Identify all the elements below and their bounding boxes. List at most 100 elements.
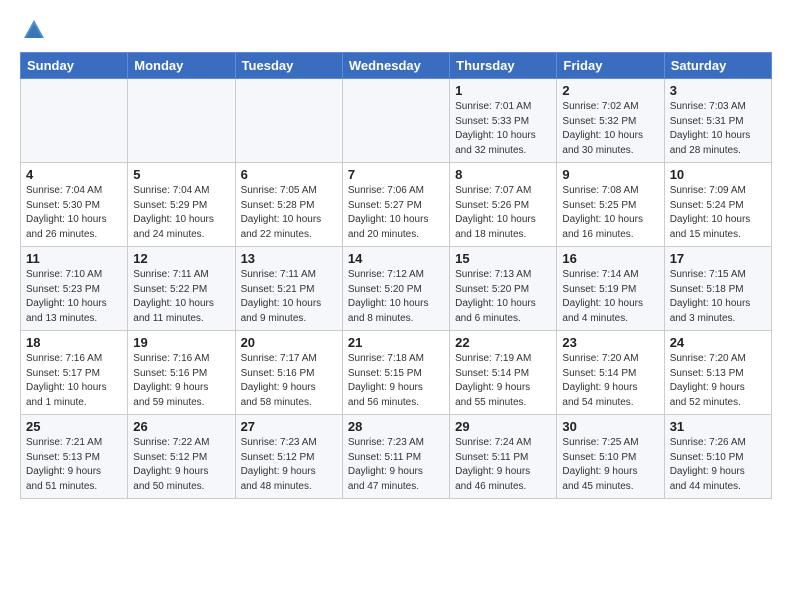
calendar-cell: 16Sunrise: 7:14 AM Sunset: 5:19 PM Dayli… [557,247,664,331]
calendar-cell: 19 Sunrise: 7:16 AM Sunset: 5:16 PM Dayli… [128,331,235,415]
calendar-cell: 13 Sunrise: 7:11 AM Sunset: 5:21 PM Dayli… [235,247,342,331]
day-number: 1 [455,83,551,98]
header [20,16,772,44]
calendar-day-header: Sunday [21,53,128,79]
calendar-cell: 14 Sunrise: 7:12 AM Sunset: 5:20 PM Dayli… [342,247,449,331]
day-number: 6 [241,167,337,182]
day-number: 9 [562,167,658,182]
calendar-cell [128,79,235,163]
day-info: Sunrise: 7:16 AM Sunset: 5:17 PM Dayligh… [26,352,122,410]
day-info: Sunrise: 7:22 AM Sunset: 5:12 PM Dayligh… [133,436,229,494]
calendar-cell: 21 Sunrise: 7:18 AM Sunset: 5:15 PM Dayli… [342,331,449,415]
day-info: Sunrise: 7:24 AM Sunset: 5:11 PM Dayligh… [455,436,551,494]
day-number: 13 [241,251,337,266]
day-number: 26 [133,419,229,434]
calendar-cell: 17Sunrise: 7:15 AM Sunset: 5:18 PM Dayli… [664,247,771,331]
calendar-cell: 2Sunrise: 7:02 AM Sunset: 5:32 PM Daylig… [557,79,664,163]
day-info: Sunrise: 7:06 AM Sunset: 5:27 PM Dayligh… [348,184,444,242]
calendar-week-row: 4 Sunrise: 7:04 AM Sunset: 5:30 PM Daylig… [21,163,772,247]
day-number: 18 [26,335,122,350]
calendar-cell [235,79,342,163]
calendar-header-row: SundayMondayTuesdayWednesdayThursdayFrid… [21,53,772,79]
day-number: 8 [455,167,551,182]
day-info: Sunrise: 7:05 AM Sunset: 5:28 PM Dayligh… [241,184,337,242]
day-info: Sunrise: 7:19 AM Sunset: 5:14 PM Dayligh… [455,352,551,410]
calendar-week-row: 1 Sunrise: 7:01 AM Sunset: 5:33 PM Daylig… [21,79,772,163]
day-info: Sunrise: 7:08 AM Sunset: 5:25 PM Dayligh… [562,184,658,242]
calendar-day-header: Tuesday [235,53,342,79]
day-number: 5 [133,167,229,182]
day-info: Sunrise: 7:23 AM Sunset: 5:11 PM Dayligh… [348,436,444,494]
calendar-week-row: 18 Sunrise: 7:16 AM Sunset: 5:17 PM Dayli… [21,331,772,415]
calendar-cell: 12Sunrise: 7:11 AM Sunset: 5:22 PM Dayli… [128,247,235,331]
calendar-cell: 25 Sunrise: 7:21 AM Sunset: 5:13 PM Dayli… [21,415,128,499]
day-number: 22 [455,335,551,350]
calendar-day-header: Saturday [664,53,771,79]
day-number: 27 [241,419,337,434]
day-number: 12 [133,251,229,266]
calendar-cell: 22 Sunrise: 7:19 AM Sunset: 5:14 PM Dayli… [450,331,557,415]
day-number: 30 [562,419,658,434]
day-number: 19 [133,335,229,350]
calendar-day-header: Friday [557,53,664,79]
day-info: Sunrise: 7:04 AM Sunset: 5:29 PM Dayligh… [133,184,229,242]
day-number: 10 [670,167,766,182]
calendar-day-header: Wednesday [342,53,449,79]
calendar-week-row: 25 Sunrise: 7:21 AM Sunset: 5:13 PM Dayli… [21,415,772,499]
logo [20,16,52,44]
calendar-cell: 11 Sunrise: 7:10 AM Sunset: 5:23 PM Dayli… [21,247,128,331]
calendar-cell: 18 Sunrise: 7:16 AM Sunset: 5:17 PM Dayli… [21,331,128,415]
day-number: 31 [670,419,766,434]
calendar-cell: 30 Sunrise: 7:25 AM Sunset: 5:10 PM Dayli… [557,415,664,499]
day-info: Sunrise: 7:20 AM Sunset: 5:13 PM Dayligh… [670,352,766,410]
calendar-cell: 28 Sunrise: 7:23 AM Sunset: 5:11 PM Dayli… [342,415,449,499]
day-number: 28 [348,419,444,434]
day-info: Sunrise: 7:17 AM Sunset: 5:16 PM Dayligh… [241,352,337,410]
calendar-cell: 23 Sunrise: 7:20 AM Sunset: 5:14 PM Dayli… [557,331,664,415]
day-number: 7 [348,167,444,182]
calendar-cell: 31 Sunrise: 7:26 AM Sunset: 5:10 PM Dayli… [664,415,771,499]
calendar-cell [21,79,128,163]
logo-icon [20,16,48,44]
day-number: 29 [455,419,551,434]
day-info: Sunrise: 7:26 AM Sunset: 5:10 PM Dayligh… [670,436,766,494]
calendar-cell: 8 Sunrise: 7:07 AM Sunset: 5:26 PM Daylig… [450,163,557,247]
day-info: Sunrise: 7:11 AM Sunset: 5:21 PM Dayligh… [241,268,337,326]
day-info: Sunrise: 7:02 AM Sunset: 5:32 PM Dayligh… [562,100,658,158]
day-number: 21 [348,335,444,350]
day-info: Sunrise: 7:01 AM Sunset: 5:33 PM Dayligh… [455,100,551,158]
calendar-day-header: Monday [128,53,235,79]
calendar-week-row: 11 Sunrise: 7:10 AM Sunset: 5:23 PM Dayli… [21,247,772,331]
day-number: 24 [670,335,766,350]
day-number: 3 [670,83,766,98]
calendar-cell: 20 Sunrise: 7:17 AM Sunset: 5:16 PM Dayli… [235,331,342,415]
day-info: Sunrise: 7:10 AM Sunset: 5:23 PM Dayligh… [26,268,122,326]
calendar-cell: 9 Sunrise: 7:08 AM Sunset: 5:25 PM Daylig… [557,163,664,247]
day-info: Sunrise: 7:04 AM Sunset: 5:30 PM Dayligh… [26,184,122,242]
day-info: Sunrise: 7:07 AM Sunset: 5:26 PM Dayligh… [455,184,551,242]
calendar-cell: 27Sunrise: 7:23 AM Sunset: 5:12 PM Dayli… [235,415,342,499]
day-number: 14 [348,251,444,266]
calendar-cell: 6 Sunrise: 7:05 AM Sunset: 5:28 PM Daylig… [235,163,342,247]
day-number: 15 [455,251,551,266]
day-info: Sunrise: 7:12 AM Sunset: 5:20 PM Dayligh… [348,268,444,326]
calendar-cell: 4 Sunrise: 7:04 AM Sunset: 5:30 PM Daylig… [21,163,128,247]
day-number: 25 [26,419,122,434]
day-number: 23 [562,335,658,350]
calendar-cell: 10Sunrise: 7:09 AM Sunset: 5:24 PM Dayli… [664,163,771,247]
calendar-cell [342,79,449,163]
day-info: Sunrise: 7:16 AM Sunset: 5:16 PM Dayligh… [133,352,229,410]
day-number: 4 [26,167,122,182]
day-info: Sunrise: 7:21 AM Sunset: 5:13 PM Dayligh… [26,436,122,494]
day-info: Sunrise: 7:20 AM Sunset: 5:14 PM Dayligh… [562,352,658,410]
calendar-cell: 26 Sunrise: 7:22 AM Sunset: 5:12 PM Dayli… [128,415,235,499]
calendar-cell: 7 Sunrise: 7:06 AM Sunset: 5:27 PM Daylig… [342,163,449,247]
calendar-cell: 24 Sunrise: 7:20 AM Sunset: 5:13 PM Dayli… [664,331,771,415]
day-info: Sunrise: 7:14 AM Sunset: 5:19 PM Dayligh… [562,268,658,326]
day-number: 11 [26,251,122,266]
day-info: Sunrise: 7:15 AM Sunset: 5:18 PM Dayligh… [670,268,766,326]
day-info: Sunrise: 7:18 AM Sunset: 5:15 PM Dayligh… [348,352,444,410]
day-info: Sunrise: 7:25 AM Sunset: 5:10 PM Dayligh… [562,436,658,494]
day-number: 20 [241,335,337,350]
calendar-cell: 1 Sunrise: 7:01 AM Sunset: 5:33 PM Daylig… [450,79,557,163]
